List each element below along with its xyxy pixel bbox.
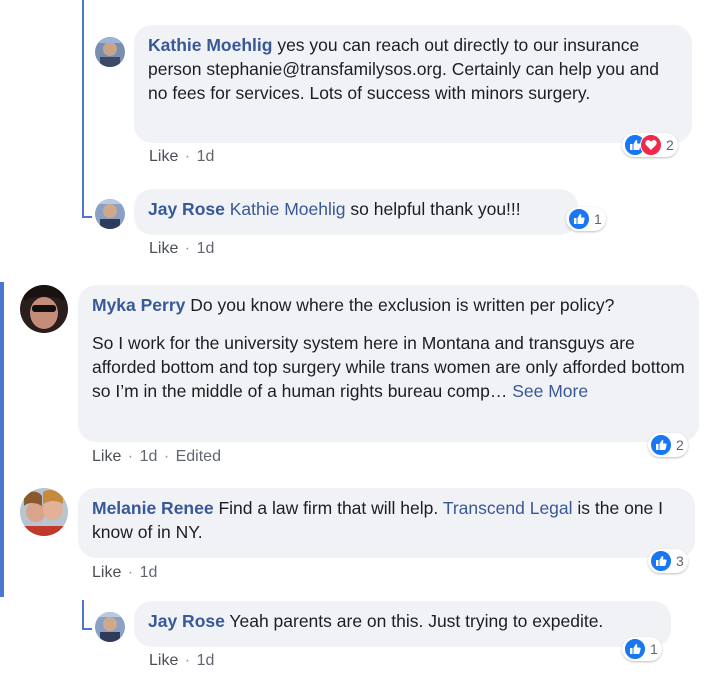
like-reaction-icon <box>650 550 672 572</box>
edited-label[interactable]: Edited <box>176 448 221 465</box>
thread-line-bottom-end <box>82 628 92 630</box>
like-link[interactable]: Like <box>149 148 178 165</box>
avatar[interactable] <box>20 285 68 333</box>
like-link[interactable]: Like <box>92 564 121 581</box>
reaction-count: 1 <box>594 211 602 227</box>
comment-text: Find a law firm that will help. <box>218 498 439 518</box>
comment-meta-cutoff: Like·1d <box>150 0 206 5</box>
avatar[interactable] <box>95 612 125 642</box>
comment-author[interactable]: Melanie Renee <box>92 498 214 518</box>
comment-bubble: Myka Perry Do you know where the exclusi… <box>78 285 699 442</box>
heart-reaction-icon <box>640 134 662 156</box>
reaction-count: 3 <box>676 553 684 569</box>
like-reaction-icon <box>624 638 646 660</box>
reaction-count: 1 <box>650 641 658 657</box>
comment-text: so helpful thank you!!! <box>350 199 521 219</box>
comment-bubble: Jay Rose Yeah parents are on this. Just … <box>134 601 671 647</box>
reaction-summary[interactable]: 2 <box>622 133 678 157</box>
comment-text: Yeah parents are on this. Just trying to… <box>229 611 604 631</box>
timestamp[interactable]: 1d <box>197 240 215 257</box>
comment-meta: Like · 1d <box>149 652 215 669</box>
comment-author[interactable]: Jay Rose <box>148 611 225 631</box>
see-more-link[interactable]: See More <box>512 381 588 401</box>
thread-line-left <box>0 282 4 597</box>
timestamp[interactable]: 1d <box>140 564 158 581</box>
reaction-summary[interactable]: 1 <box>622 637 662 661</box>
comment-author[interactable]: Kathie Moehlig <box>148 35 272 55</box>
thread-line-top-end <box>82 216 92 218</box>
avatar[interactable] <box>95 199 125 229</box>
reaction-summary[interactable]: 3 <box>648 549 688 573</box>
avatar[interactable] <box>20 488 68 536</box>
timestamp[interactable]: 1d <box>140 448 158 465</box>
reaction-count: 2 <box>666 137 674 153</box>
comment-bubble: Jay Rose Kathie Moehlig so helpful thank… <box>134 189 578 235</box>
like-link[interactable]: Like <box>149 240 178 257</box>
avatar[interactable] <box>95 37 125 67</box>
reaction-count: 2 <box>676 437 684 453</box>
timestamp[interactable]: 1d <box>197 652 215 669</box>
reaction-summary[interactable]: 2 <box>648 433 688 457</box>
reaction-summary[interactable]: 1 <box>566 207 606 231</box>
like-link[interactable]: Like <box>92 448 121 465</box>
comment-author[interactable]: Jay Rose <box>148 199 225 219</box>
like-link[interactable]: Like <box>150 0 179 4</box>
timestamp[interactable]: 1d <box>197 148 215 165</box>
comment-meta: Like · 1d · Edited <box>92 448 221 465</box>
mention-link[interactable]: Kathie Moehlig <box>230 199 346 219</box>
comment-author[interactable]: Myka Perry <box>92 295 185 315</box>
comment-meta: Like · 1d <box>149 240 215 257</box>
comment-meta: Like · 1d <box>92 564 158 581</box>
comment-text: Do you know where the exclusion is writt… <box>190 295 615 315</box>
like-link[interactable]: Like <box>149 652 178 669</box>
like-reaction-icon <box>650 434 672 456</box>
page-link[interactable]: Transcend Legal <box>443 498 573 518</box>
comment-bubble: Kathie Moehlig yes you can reach out dir… <box>134 25 692 143</box>
comment-bubble: Melanie Renee Find a law firm that will … <box>78 488 695 558</box>
thread-line-bottom <box>82 600 84 630</box>
comment-text-continued: So I work for the university system here… <box>92 333 685 401</box>
like-reaction-icon <box>568 208 590 230</box>
thread-line-top <box>82 0 84 218</box>
comment-meta: Like · 1d <box>149 148 215 165</box>
